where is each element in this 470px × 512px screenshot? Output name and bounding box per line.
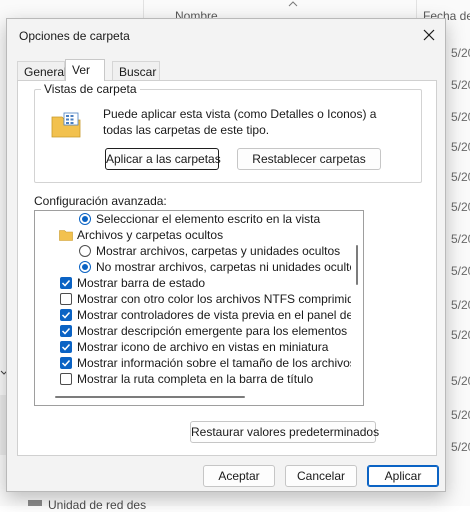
list-item-label: Mostrar la ruta completa en la barra de … xyxy=(77,372,314,386)
date-cell: 5/20 xyxy=(451,264,470,278)
dialog-title: Opciones de carpeta xyxy=(19,29,130,43)
checkbox-unchecked[interactable] xyxy=(60,293,72,305)
list-item[interactable]: Mostrar barra de estado xyxy=(35,275,363,291)
list-item-label: Mostrar información sobre el tamaño de l… xyxy=(77,356,364,370)
reset-folders-button[interactable]: Restablecer carpetas xyxy=(237,148,381,170)
network-drive-icon xyxy=(28,500,42,506)
ok-button[interactable]: Aceptar xyxy=(203,465,275,487)
cancel-button[interactable]: Cancelar xyxy=(285,465,357,487)
date-cell: 5/20 xyxy=(451,408,470,422)
advanced-settings-label: Configuración avanzada: xyxy=(34,194,167,208)
list-item-label: Mostrar controladores de vista previa en… xyxy=(77,308,364,322)
date-cell: 5/20 xyxy=(451,232,470,246)
list-item[interactable]: Mostrar información sobre el tamaño de l… xyxy=(35,355,364,371)
date-cell: 5/20 xyxy=(451,78,470,92)
advanced-settings-list[interactable]: Seleccionar el elemento escrito en la vi… xyxy=(34,210,364,406)
checkbox-checked[interactable] xyxy=(60,341,72,353)
sort-ascending-icon xyxy=(288,1,298,7)
folder-views-legend: Vistas de carpeta xyxy=(41,82,140,96)
date-cell: 5/20 xyxy=(451,298,470,312)
folder-views-description: Puede aplicar esta vista (como Detalles … xyxy=(103,107,377,137)
checkbox-checked[interactable] xyxy=(60,309,72,321)
folder-icon xyxy=(59,230,73,241)
horizontal-scrollbar[interactable] xyxy=(35,389,353,405)
list-item-label: Mostrar descripción emergente para los e… xyxy=(77,324,364,338)
list-item-label: Archivos y carpetas ocultos xyxy=(77,228,224,242)
radio-unselected[interactable] xyxy=(79,245,91,257)
radio-selected[interactable] xyxy=(79,261,91,273)
list-item[interactable]: Mostrar la ruta completa en la barra de … xyxy=(35,371,363,387)
date-cell: 5/20 xyxy=(451,110,470,124)
tab-buscar[interactable]: Buscar xyxy=(112,61,160,81)
list-item-label: Mostrar archivos, carpetas y unidades oc… xyxy=(96,244,341,258)
list-item[interactable]: Mostrar icono de archivo en vistas en mi… xyxy=(35,339,363,355)
date-cell: 5/20 xyxy=(451,328,470,342)
date-cell: 5/20 xyxy=(451,440,470,454)
folder-options-dialog: Opciones de carpeta General Ver Buscar V… xyxy=(6,18,446,492)
list-item[interactable]: Mostrar archivos, carpetas y unidades oc… xyxy=(35,243,363,259)
apply-button[interactable]: Aplicar xyxy=(367,465,439,487)
date-cell: 5/20 xyxy=(451,170,470,184)
date-cell: 5/20 xyxy=(451,140,470,154)
list-item[interactable]: Seleccionar el elemento escrito en la vi… xyxy=(35,211,363,227)
radio-selected[interactable] xyxy=(79,213,91,225)
folder-views-icon xyxy=(51,112,81,138)
list-item[interactable]: No mostrar archivos, carpetas ni unidade… xyxy=(35,259,363,275)
checkbox-checked[interactable] xyxy=(60,277,72,289)
list-item[interactable]: Mostrar con otro color los archivos NTFS… xyxy=(35,291,364,307)
list-item[interactable]: Mostrar descripción emergente para los e… xyxy=(35,323,364,339)
checkbox-unchecked[interactable] xyxy=(60,373,72,385)
list-item[interactable]: Mostrar controladores de vista previa en… xyxy=(35,307,364,323)
sidebar-item-network-drive[interactable]: Unidad de red des xyxy=(48,498,146,512)
tab-general[interactable]: General xyxy=(17,61,67,81)
date-cell: 5/20 xyxy=(451,200,470,214)
list-item-label: No mostrar archivos, carpetas ni unidade… xyxy=(96,260,363,274)
vertical-scrollbar-thumb[interactable] xyxy=(356,245,358,285)
list-item-label: Seleccionar el elemento escrito en la vi… xyxy=(96,212,321,226)
vertical-scrollbar[interactable] xyxy=(351,211,363,389)
list-item-label: Mostrar con otro color los archivos NTFS… xyxy=(77,292,364,306)
list-item[interactable]: Archivos y carpetas ocultos xyxy=(35,227,363,243)
date-cell: 5/20 xyxy=(451,46,470,60)
horizontal-scrollbar-thumb[interactable] xyxy=(55,396,245,398)
tab-panel-ver: Vistas de carpeta Puede aplicar esta vis… xyxy=(17,80,437,456)
checkbox-checked[interactable] xyxy=(60,357,72,369)
list-item-label: Mostrar icono de archivo en vistas en mi… xyxy=(77,340,329,354)
restore-defaults-button[interactable]: Restaurar valores predeterminados xyxy=(190,421,379,443)
list-item-label: Mostrar barra de estado xyxy=(77,276,206,290)
tab-ver[interactable]: Ver xyxy=(65,59,105,81)
checkbox-checked[interactable] xyxy=(60,325,72,337)
apply-to-folders-button[interactable]: Aplicar a las carpetas xyxy=(105,148,221,170)
close-icon[interactable] xyxy=(419,25,439,45)
date-cell: 5/20 xyxy=(451,374,470,388)
folder-views-group: Vistas de carpeta Puede aplicar esta vis… xyxy=(34,82,422,183)
